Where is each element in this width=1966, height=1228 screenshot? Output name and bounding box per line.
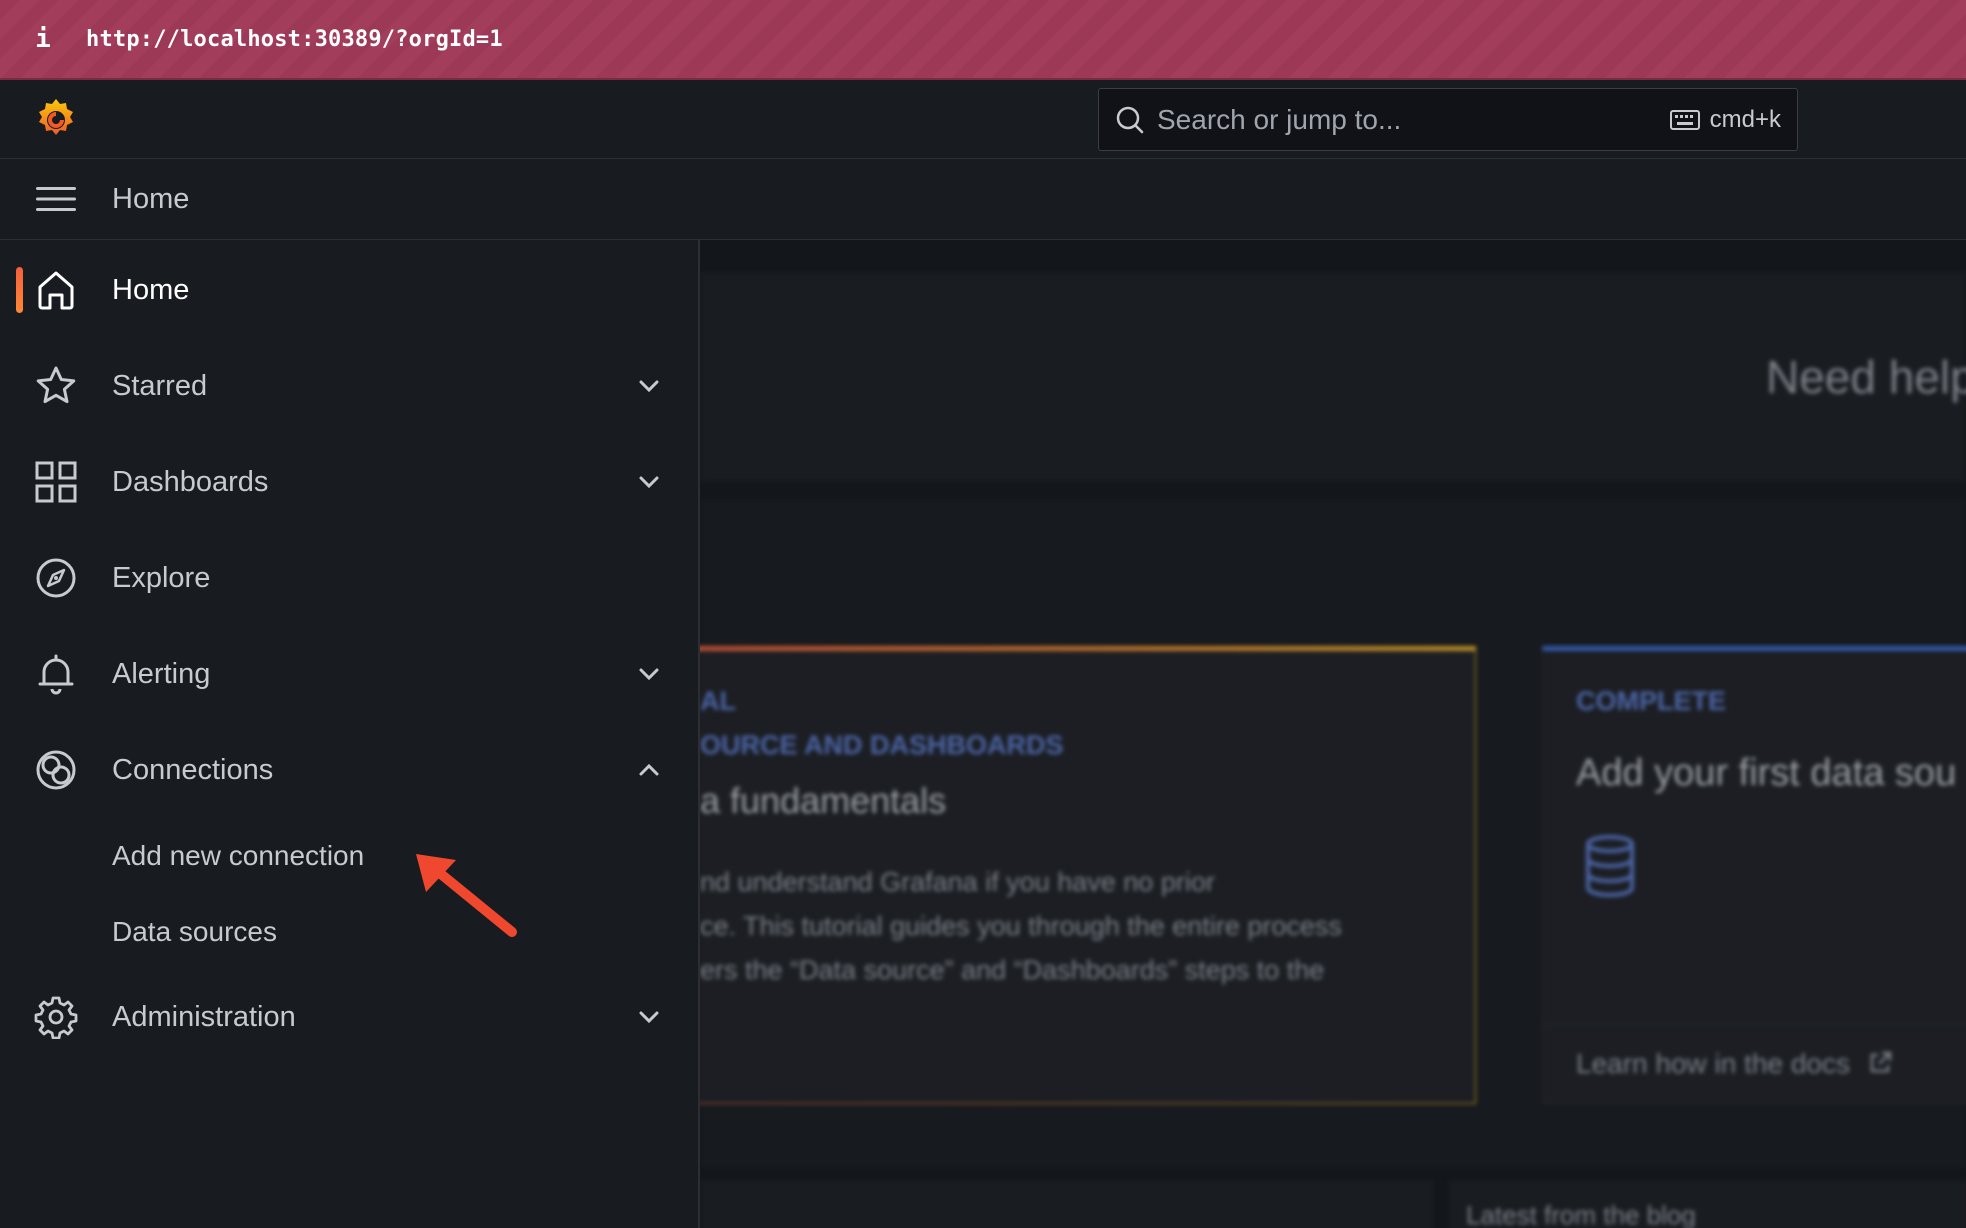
info-icon[interactable]: i: [0, 24, 86, 54]
sidebar-subitem-data-sources[interactable]: Data sources: [112, 916, 277, 948]
top-bar: Search or jump to... cmd+k: [0, 80, 1966, 159]
bell-icon: [38, 654, 74, 695]
sidebar-item-label: Home: [112, 273, 190, 306]
chevron-down-icon[interactable]: [636, 373, 662, 399]
annotation-arrow-icon: [416, 854, 517, 937]
sidebar-item-label: Dashboards: [112, 465, 269, 498]
nav-sidebar: Home Starred Dashboards Explore Alerting…: [0, 240, 700, 1228]
sidebar-item-label: Starred: [112, 369, 208, 402]
grafana-logo-icon[interactable]: [32, 96, 80, 144]
sidebar-item-explore[interactable]: Explore: [0, 543, 698, 613]
menu-toggle-icon[interactable]: [36, 184, 76, 214]
breadcrumb-home[interactable]: Home: [112, 183, 189, 216]
chevron-down-icon[interactable]: [636, 1004, 662, 1030]
sidebar-item-connections[interactable]: Connections: [0, 735, 698, 805]
sidebar-subitem-add-new-connection[interactable]: Add new connection: [112, 840, 364, 872]
breadcrumb-bar: Home: [0, 159, 1966, 240]
search-icon: [1116, 106, 1144, 133]
home-icon: [38, 271, 74, 310]
browser-url-bar: i http://localhost:30389/?orgId=1: [0, 0, 1966, 80]
sidebar-item-starred[interactable]: Starred: [0, 351, 698, 421]
sidebar-item-home[interactable]: Home: [0, 255, 698, 325]
search-placeholder: Search or jump to...: [1157, 103, 1402, 135]
cog-icon: [34, 996, 78, 1039]
chevron-down-icon[interactable]: [636, 661, 662, 687]
sidebar-item-administration[interactable]: Administration: [0, 982, 698, 1052]
sidebar-item-label: Administration: [112, 1000, 296, 1033]
star-icon: [36, 366, 76, 404]
active-indicator: [16, 267, 23, 313]
url-text[interactable]: http://localhost:30389/?orgId=1: [86, 27, 503, 52]
connections-icon: [36, 750, 76, 790]
sidebar-item-alerting[interactable]: Alerting: [0, 639, 698, 709]
chevron-up-icon[interactable]: [636, 757, 662, 783]
sidebar-item-label: Connections: [112, 753, 274, 786]
main-content: Need help AL OURCE AND DASHBOARDS a fund…: [700, 240, 1966, 1228]
compass-icon: [36, 558, 76, 598]
search-input[interactable]: Search or jump to... cmd+k: [1098, 88, 1798, 151]
shortcut-text: cmd+k: [1709, 105, 1781, 133]
sidebar-item-label: Alerting: [112, 657, 211, 690]
keyboard-shortcut-hint: cmd+k: [1669, 105, 1781, 134]
sidebar-item-label: Explore: [112, 561, 211, 594]
sidebar-item-dashboards[interactable]: Dashboards: [0, 447, 698, 517]
keyboard-icon: [1669, 109, 1700, 130]
chevron-down-icon[interactable]: [636, 469, 662, 495]
apps-icon: [35, 461, 77, 503]
